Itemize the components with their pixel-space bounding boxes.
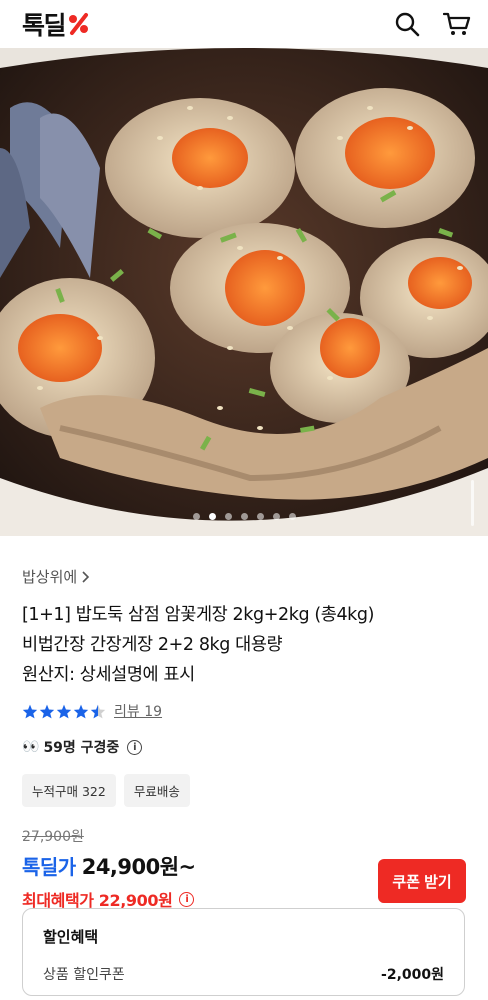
eyes-icon: 👀 bbox=[22, 739, 39, 755]
info-icon[interactable]: i bbox=[179, 891, 195, 907]
deal-price-row: 톡딜가 24,900원~ bbox=[22, 851, 196, 881]
viewer-count: 👀 59명 구경중 i bbox=[22, 737, 466, 757]
deal-price: 24,900원~ bbox=[81, 855, 196, 879]
search-icon[interactable] bbox=[392, 9, 422, 39]
carousel-dot[interactable] bbox=[224, 513, 232, 520]
carousel-dot-active[interactable] bbox=[208, 513, 216, 520]
carousel-dot[interactable] bbox=[272, 513, 280, 520]
carousel-indicator[interactable] bbox=[0, 513, 488, 520]
carousel-dot[interactable] bbox=[288, 513, 296, 520]
half-star-icon bbox=[90, 704, 106, 718]
top-header: 톡딜 bbox=[0, 0, 488, 48]
discount-title: 할인혜택 bbox=[43, 928, 99, 946]
tag-free-shipping: 무료배송 bbox=[123, 774, 190, 807]
carousel-dot[interactable] bbox=[192, 513, 200, 520]
discount-item-amount: -2,000원 bbox=[381, 967, 444, 983]
discount-item-label: 상품 할인쿠폰 bbox=[43, 967, 125, 983]
cart-icon[interactable] bbox=[442, 9, 472, 39]
review-link[interactable]: 리뷰 19 bbox=[114, 701, 162, 721]
star-icon bbox=[56, 704, 72, 718]
star-icon bbox=[73, 704, 89, 718]
title-line: 비법간장 간장게장 2+2 8kg 대용량 bbox=[22, 635, 283, 655]
star-icon bbox=[39, 704, 55, 718]
discount-benefit-box: 할인혜택 상품 할인쿠폰 -2,000원 bbox=[22, 908, 465, 996]
product-image-carousel[interactable] bbox=[0, 48, 488, 536]
discount-line: 상품 할인쿠폰 -2,000원 bbox=[43, 964, 444, 984]
seller-name: 밥상위에 bbox=[22, 568, 78, 586]
viewer-text: 59명 구경중 bbox=[43, 740, 120, 756]
product-info: 밥상위에 [1+1] 밥도둑 삼점 암꽃게장 2kg+2kg (총4kg) 비법… bbox=[0, 536, 488, 911]
scroll-indicator bbox=[471, 480, 474, 526]
title-line: 원산지: 상세설명에 표시 bbox=[22, 665, 195, 685]
logo-text: 톡딜 bbox=[22, 11, 67, 40]
coupon-button[interactable]: 쿠폰 받기 bbox=[378, 859, 466, 903]
carousel-dot[interactable] bbox=[256, 513, 264, 520]
star-rating bbox=[22, 704, 106, 719]
rating-row: 리뷰 19 bbox=[22, 701, 466, 721]
app-logo[interactable]: 톡딜 bbox=[22, 6, 91, 42]
original-price: 27,900원 bbox=[22, 829, 84, 845]
product-tags: 누적구매 322 무료배송 bbox=[22, 774, 466, 807]
percent-logo-icon bbox=[67, 12, 91, 36]
seller-link[interactable]: 밥상위에 bbox=[22, 566, 466, 587]
title-line: [1+1] 밥도둑 삼점 암꽃게장 2kg+2kg (총4kg) bbox=[22, 605, 375, 625]
carousel-dot[interactable] bbox=[240, 513, 248, 520]
info-icon[interactable]: i bbox=[127, 739, 143, 755]
deal-label: 톡딜가 bbox=[22, 855, 76, 879]
star-icon bbox=[22, 704, 38, 718]
tag-cumulative-purchase: 누적구매 322 bbox=[22, 774, 116, 807]
chevron-right-icon bbox=[82, 570, 90, 583]
product-title: [1+1] 밥도둑 삼점 암꽃게장 2kg+2kg (총4kg) 비법간장 간장… bbox=[22, 600, 466, 690]
crab-photo-icon bbox=[0, 48, 488, 536]
